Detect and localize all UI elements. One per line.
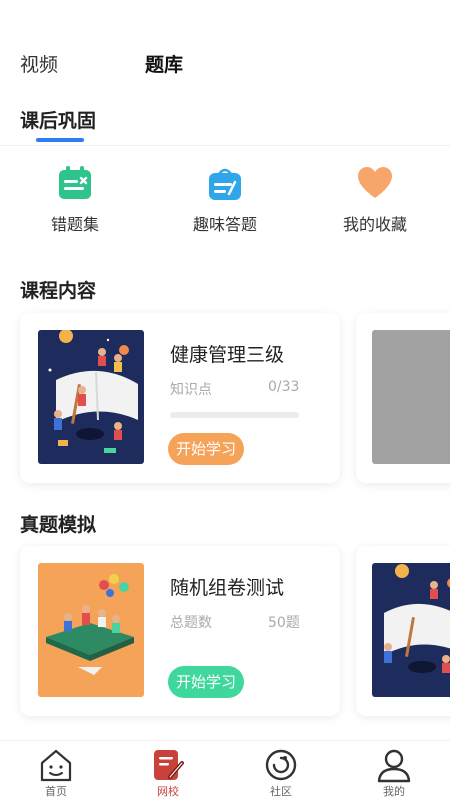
course-title: 健康管理三级 (170, 344, 285, 366)
course-card-next[interactable] (356, 313, 450, 483)
tab-question-bank[interactable]: 题库 (145, 50, 183, 77)
section-title-exam-sim: 真题模拟 (20, 514, 97, 536)
mistakes-calendar-icon (56, 164, 94, 202)
exam-cover-next-image (372, 563, 450, 697)
fun-quiz-label: 趣味答题 (192, 215, 257, 234)
profile-icon (376, 747, 412, 783)
home-icon (38, 747, 74, 783)
total-questions-label: 总题数 (170, 615, 212, 631)
favorites-label: 我的收藏 (342, 215, 407, 234)
mistakes-label: 错题集 (50, 215, 99, 234)
knowledge-points-label: 知识点 (170, 382, 212, 398)
fun-quiz-button[interactable]: 趣味答题 (150, 160, 300, 240)
heart-icon (356, 164, 394, 202)
total-questions-value: 50题 (268, 615, 300, 631)
course-progress-bar (170, 412, 299, 418)
section-title-course-content: 课程内容 (20, 280, 97, 302)
course-cover-image (38, 330, 144, 464)
nav-profile-label: 我的 (383, 785, 405, 798)
nav-community[interactable]: 社区 (241, 747, 321, 799)
exam-card-next[interactable] (356, 546, 450, 716)
course-cover-placeholder (372, 330, 450, 464)
tab-video[interactable]: 视频 (20, 50, 58, 77)
nav-home-label: 首页 (45, 785, 67, 798)
section-title-after-class: 课后巩固 (20, 110, 97, 132)
favorites-button[interactable]: 我的收藏 (300, 160, 450, 240)
nav-online-school[interactable]: 网校 (128, 747, 208, 799)
fun-quiz-bag-icon (206, 164, 244, 202)
mistakes-button[interactable]: 错题集 (0, 160, 150, 240)
exam-card[interactable]: 随机组卷测试 总题数 50题 开始学习 (20, 546, 340, 716)
knowledge-points-value: 0/33 (268, 379, 300, 395)
nav-home[interactable]: 首页 (16, 747, 96, 799)
course-card[interactable]: 健康管理三级 知识点 0/33 开始学习 (20, 313, 340, 483)
nav-community-label: 社区 (270, 785, 292, 798)
bottom-nav-bar: 首页 网校 社区 我的 (0, 740, 450, 801)
nav-profile[interactable]: 我的 (354, 747, 434, 799)
exam-title: 随机组卷测试 (170, 577, 285, 599)
divider (0, 145, 450, 146)
exam-cover-image (38, 563, 144, 697)
nav-online-school-label: 网校 (157, 785, 179, 798)
community-icon (263, 747, 299, 783)
online-school-icon (150, 747, 186, 783)
start-exam-button[interactable]: 开始学习 (168, 666, 244, 698)
section-indicator (36, 138, 84, 142)
start-study-button[interactable]: 开始学习 (168, 433, 244, 465)
